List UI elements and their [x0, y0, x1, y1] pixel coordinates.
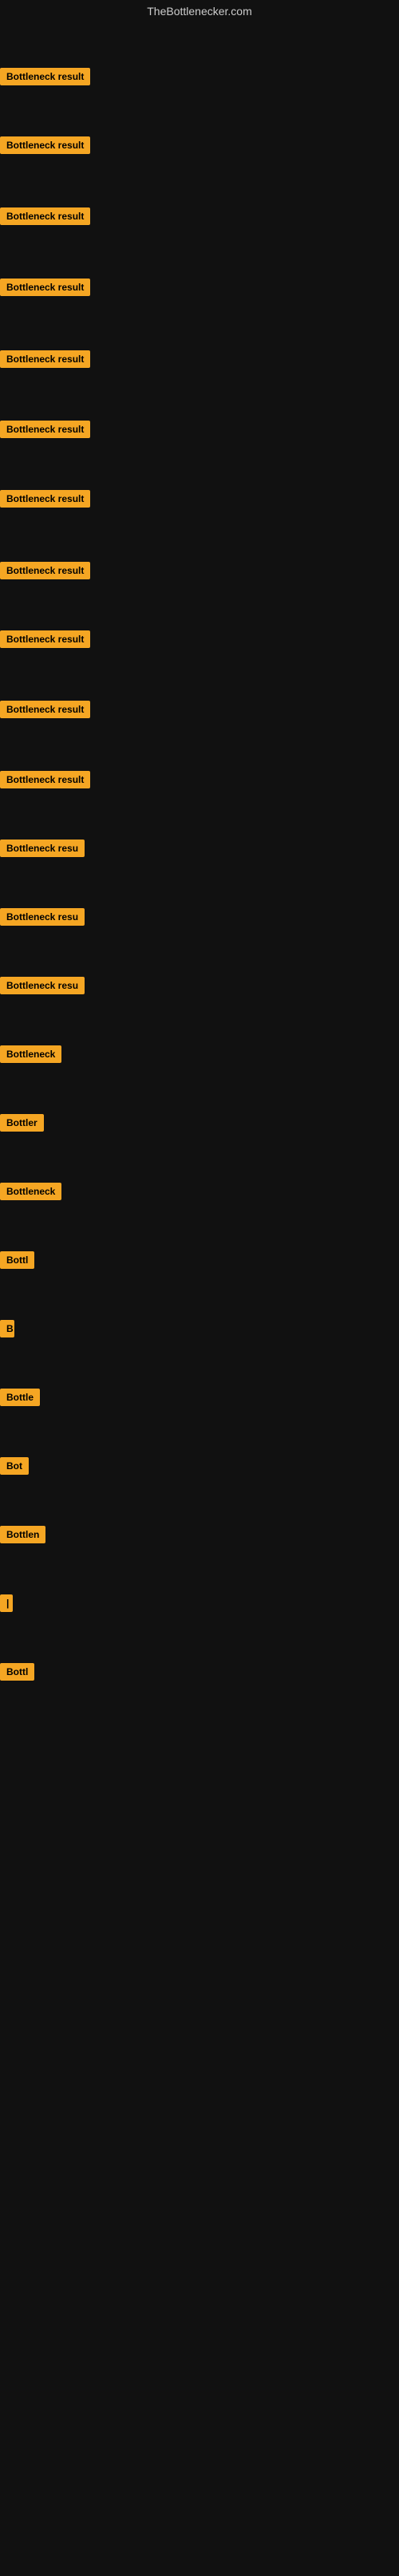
bottleneck-result-badge[interactable]: Bottle: [0, 1389, 40, 1406]
bottleneck-badge-container: Bottleneck result: [0, 136, 90, 158]
bottleneck-result-badge[interactable]: Bot: [0, 1457, 29, 1475]
bottleneck-result-badge[interactable]: Bottl: [0, 1663, 34, 1681]
bottleneck-result-badge[interactable]: Bottleneck result: [0, 421, 90, 438]
bottleneck-badge-container: Bottleneck result: [0, 350, 90, 372]
bottleneck-badge-container: Bottleneck result: [0, 562, 90, 583]
bottleneck-badge-container: Bottleneck: [0, 1045, 61, 1067]
bottleneck-result-badge[interactable]: Bottleneck result: [0, 771, 90, 788]
bottleneck-badge-container: Bottleneck result: [0, 630, 90, 652]
bottleneck-result-badge[interactable]: Bottleneck result: [0, 279, 90, 296]
bottleneck-badge-container: Bottleneck resu: [0, 840, 85, 861]
bottleneck-result-badge[interactable]: Bottleneck resu: [0, 908, 85, 926]
bottleneck-result-badge[interactable]: Bottleneck result: [0, 68, 90, 85]
bottleneck-badge-container: Bottleneck result: [0, 490, 90, 512]
bottleneck-badge-container: Bottleneck resu: [0, 977, 85, 998]
bottleneck-result-badge[interactable]: Bottleneck result: [0, 701, 90, 718]
bottleneck-badge-container: Bottleneck result: [0, 421, 90, 442]
bottleneck-result-badge[interactable]: |: [0, 1594, 13, 1612]
bottleneck-result-badge[interactable]: Bottlen: [0, 1526, 45, 1543]
bottleneck-badge-container: Bottl: [0, 1251, 34, 1273]
bottleneck-result-badge[interactable]: Bottleneck: [0, 1183, 61, 1200]
bottleneck-result-badge[interactable]: Bottleneck result: [0, 490, 90, 508]
bottleneck-result-badge[interactable]: Bottleneck result: [0, 562, 90, 579]
site-title: TheBottlenecker.com: [0, 0, 399, 22]
bottleneck-result-badge[interactable]: Bottler: [0, 1114, 44, 1132]
bottleneck-badge-container: Bottl: [0, 1663, 34, 1685]
bottleneck-result-badge[interactable]: Bottleneck result: [0, 350, 90, 368]
bottleneck-badge-container: Bottleneck resu: [0, 908, 85, 930]
bottleneck-result-badge[interactable]: Bottleneck result: [0, 207, 90, 225]
bottleneck-result-badge[interactable]: Bottl: [0, 1251, 34, 1269]
bottleneck-badge-container: Bottleneck result: [0, 279, 90, 300]
bottleneck-result-badge[interactable]: Bottleneck resu: [0, 977, 85, 994]
bottleneck-badge-container: Bottlen: [0, 1526, 45, 1547]
bottleneck-result-badge[interactable]: B: [0, 1320, 14, 1337]
bottleneck-badge-container: Bottleneck result: [0, 701, 90, 722]
bottleneck-badge-container: Bottleneck result: [0, 207, 90, 229]
bottleneck-badge-container: Bottleneck result: [0, 771, 90, 792]
bottleneck-badge-container: Bottleneck result: [0, 68, 90, 89]
bottleneck-result-badge[interactable]: Bottleneck: [0, 1045, 61, 1063]
bottleneck-badge-container: B: [0, 1320, 14, 1341]
bottleneck-badge-container: Bottleneck: [0, 1183, 61, 1204]
bottleneck-badge-container: Bottle: [0, 1389, 40, 1410]
bottleneck-badge-container: Bot: [0, 1457, 29, 1479]
bottleneck-badge-container: Bottler: [0, 1114, 44, 1136]
bottleneck-result-badge[interactable]: Bottleneck result: [0, 136, 90, 154]
bottleneck-result-badge[interactable]: Bottleneck resu: [0, 840, 85, 857]
bottleneck-result-badge[interactable]: Bottleneck result: [0, 630, 90, 648]
bottleneck-badge-container: |: [0, 1594, 13, 1616]
